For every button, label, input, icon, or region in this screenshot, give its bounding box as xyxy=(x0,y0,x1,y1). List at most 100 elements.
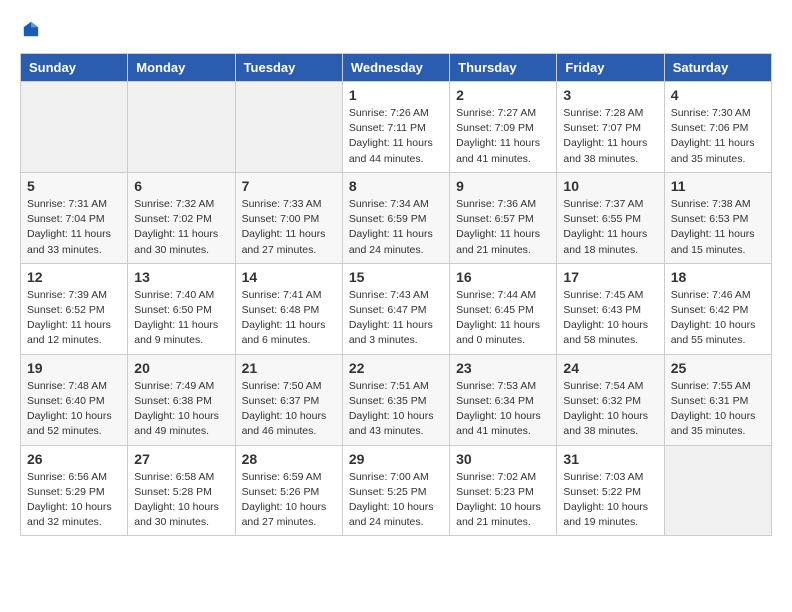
day-info: Sunrise: 7:37 AMSunset: 6:55 PMDaylight:… xyxy=(563,197,657,258)
day-number: 1 xyxy=(349,87,443,103)
day-number: 16 xyxy=(456,269,550,285)
day-info: Sunrise: 7:30 AMSunset: 7:06 PMDaylight:… xyxy=(671,106,765,167)
calendar-day-cell: 16Sunrise: 7:44 AMSunset: 6:45 PMDayligh… xyxy=(450,263,557,354)
day-number: 2 xyxy=(456,87,550,103)
day-info: Sunrise: 7:55 AMSunset: 6:31 PMDaylight:… xyxy=(671,379,765,440)
day-number: 28 xyxy=(242,451,336,467)
calendar-day-header: Saturday xyxy=(664,54,771,82)
day-number: 10 xyxy=(563,178,657,194)
day-info: Sunrise: 7:34 AMSunset: 6:59 PMDaylight:… xyxy=(349,197,443,258)
day-number: 17 xyxy=(563,269,657,285)
day-info: Sunrise: 7:51 AMSunset: 6:35 PMDaylight:… xyxy=(349,379,443,440)
calendar-day-cell: 18 Sunrise: 7:46 AMSunset: 6:42 PMDayligh… xyxy=(664,263,771,354)
day-info: Sunrise: 7:00 AMSunset: 5:25 PMDaylight:… xyxy=(349,470,443,531)
day-info: Sunrise: 7:53 AMSunset: 6:34 PMDaylight:… xyxy=(456,379,550,440)
day-number: 3 xyxy=(563,87,657,103)
day-number: 5 xyxy=(27,178,121,194)
day-number: 6 xyxy=(134,178,228,194)
calendar-day-cell: 20Sunrise: 7:49 AMSunset: 6:38 PMDayligh… xyxy=(128,354,235,445)
calendar-day-header: Friday xyxy=(557,54,664,82)
calendar-day-cell xyxy=(235,82,342,173)
calendar-day-cell: 7 Sunrise: 7:33 AMSunset: 7:00 PMDaylight… xyxy=(235,172,342,263)
calendar-day-cell: 12 Sunrise: 7:39 AMSunset: 6:52 PMDayligh… xyxy=(21,263,128,354)
day-number: 25 xyxy=(671,360,765,376)
calendar-day-cell xyxy=(664,445,771,536)
calendar-day-cell: 11Sunrise: 7:38 AMSunset: 6:53 PMDayligh… xyxy=(664,172,771,263)
day-info: Sunrise: 7:49 AMSunset: 6:38 PMDaylight:… xyxy=(134,379,228,440)
day-info: Sunrise: 7:40 AMSunset: 6:50 PMDaylight:… xyxy=(134,288,228,349)
calendar-day-cell: 4 Sunrise: 7:30 AMSunset: 7:06 PMDaylight… xyxy=(664,82,771,173)
day-number: 7 xyxy=(242,178,336,194)
day-number: 15 xyxy=(349,269,443,285)
calendar-day-cell xyxy=(21,82,128,173)
day-number: 29 xyxy=(349,451,443,467)
day-info: Sunrise: 7:39 AMSunset: 6:52 PMDaylight:… xyxy=(27,288,121,349)
day-info: Sunrise: 6:59 AMSunset: 5:26 PMDaylight:… xyxy=(242,470,336,531)
calendar-day-cell: 6 Sunrise: 7:32 AMSunset: 7:02 PMDaylight… xyxy=(128,172,235,263)
day-info: Sunrise: 7:26 AMSunset: 7:11 PMDaylight:… xyxy=(349,106,443,167)
day-info: Sunrise: 6:56 AMSunset: 5:29 PMDaylight:… xyxy=(27,470,121,531)
calendar-day-cell: 10 Sunrise: 7:37 AMSunset: 6:55 PMDayligh… xyxy=(557,172,664,263)
day-number: 19 xyxy=(27,360,121,376)
day-number: 9 xyxy=(456,178,550,194)
calendar-day-cell xyxy=(128,82,235,173)
calendar-day-cell: 27 Sunrise: 6:58 AMSunset: 5:28 PMDayligh… xyxy=(128,445,235,536)
calendar-day-cell: 23 Sunrise: 7:53 AMSunset: 6:34 PMDayligh… xyxy=(450,354,557,445)
day-info: Sunrise: 7:31 AMSunset: 7:04 PMDaylight:… xyxy=(27,197,121,258)
day-number: 27 xyxy=(134,451,228,467)
day-number: 13 xyxy=(134,269,228,285)
day-info: Sunrise: 7:54 AMSunset: 6:32 PMDaylight:… xyxy=(563,379,657,440)
day-number: 12 xyxy=(27,269,121,285)
day-info: Sunrise: 7:02 AMSunset: 5:23 PMDaylight:… xyxy=(456,470,550,531)
day-info: Sunrise: 7:27 AMSunset: 7:09 PMDaylight:… xyxy=(456,106,550,167)
day-number: 30 xyxy=(456,451,550,467)
calendar-week-row: 26 Sunrise: 6:56 AMSunset: 5:29 PMDayligh… xyxy=(21,445,772,536)
day-info: Sunrise: 7:41 AMSunset: 6:48 PMDaylight:… xyxy=(242,288,336,349)
day-info: Sunrise: 6:58 AMSunset: 5:28 PMDaylight:… xyxy=(134,470,228,531)
day-number: 23 xyxy=(456,360,550,376)
calendar-day-cell: 8 Sunrise: 7:34 AMSunset: 6:59 PMDaylight… xyxy=(342,172,449,263)
calendar-day-cell: 15 Sunrise: 7:43 AMSunset: 6:47 PMDayligh… xyxy=(342,263,449,354)
calendar-day-cell: 5 Sunrise: 7:31 AMSunset: 7:04 PMDaylight… xyxy=(21,172,128,263)
day-info: Sunrise: 7:43 AMSunset: 6:47 PMDaylight:… xyxy=(349,288,443,349)
calendar-day-cell: 31Sunrise: 7:03 AMSunset: 5:22 PMDayligh… xyxy=(557,445,664,536)
calendar-day-cell: 14 Sunrise: 7:41 AMSunset: 6:48 PMDayligh… xyxy=(235,263,342,354)
calendar-day-header: Sunday xyxy=(21,54,128,82)
day-number: 21 xyxy=(242,360,336,376)
calendar-week-row: 1 Sunrise: 7:26 AMSunset: 7:11 PMDaylight… xyxy=(21,82,772,173)
calendar-day-cell: 2 Sunrise: 7:27 AMSunset: 7:09 PMDaylight… xyxy=(450,82,557,173)
calendar-day-header: Monday xyxy=(128,54,235,82)
calendar-day-cell: 17Sunrise: 7:45 AMSunset: 6:43 PMDayligh… xyxy=(557,263,664,354)
day-info: Sunrise: 7:32 AMSunset: 7:02 PMDaylight:… xyxy=(134,197,228,258)
day-info: Sunrise: 7:48 AMSunset: 6:40 PMDaylight:… xyxy=(27,379,121,440)
calendar-week-row: 5 Sunrise: 7:31 AMSunset: 7:04 PMDaylight… xyxy=(21,172,772,263)
calendar-day-cell: 25 Sunrise: 7:55 AMSunset: 6:31 PMDayligh… xyxy=(664,354,771,445)
day-number: 18 xyxy=(671,269,765,285)
calendar-day-cell: 21Sunrise: 7:50 AMSunset: 6:37 PMDayligh… xyxy=(235,354,342,445)
day-number: 14 xyxy=(242,269,336,285)
calendar-day-cell: 1 Sunrise: 7:26 AMSunset: 7:11 PMDaylight… xyxy=(342,82,449,173)
calendar-day-cell: 26 Sunrise: 6:56 AMSunset: 5:29 PMDayligh… xyxy=(21,445,128,536)
day-info: Sunrise: 7:28 AMSunset: 7:07 PMDaylight:… xyxy=(563,106,657,167)
calendar-week-row: 12 Sunrise: 7:39 AMSunset: 6:52 PMDayligh… xyxy=(21,263,772,354)
day-number: 22 xyxy=(349,360,443,376)
calendar-day-header: Wednesday xyxy=(342,54,449,82)
day-number: 4 xyxy=(671,87,765,103)
calendar-day-cell: 13 Sunrise: 7:40 AMSunset: 6:50 PMDayligh… xyxy=(128,263,235,354)
day-number: 8 xyxy=(349,178,443,194)
day-info: Sunrise: 7:36 AMSunset: 6:57 PMDaylight:… xyxy=(456,197,550,258)
day-info: Sunrise: 7:46 AMSunset: 6:42 PMDaylight:… xyxy=(671,288,765,349)
day-info: Sunrise: 7:33 AMSunset: 7:00 PMDaylight:… xyxy=(242,197,336,258)
logo-icon xyxy=(22,20,40,38)
day-number: 24 xyxy=(563,360,657,376)
calendar-day-cell: 3 Sunrise: 7:28 AMSunset: 7:07 PMDaylight… xyxy=(557,82,664,173)
day-number: 26 xyxy=(27,451,121,467)
page-header xyxy=(20,20,772,38)
calendar-day-cell: 29 Sunrise: 7:00 AMSunset: 5:25 PMDayligh… xyxy=(342,445,449,536)
calendar-day-header: Thursday xyxy=(450,54,557,82)
logo xyxy=(20,20,40,38)
calendar-day-cell: 24 Sunrise: 7:54 AMSunset: 6:32 PMDayligh… xyxy=(557,354,664,445)
calendar-week-row: 19 Sunrise: 7:48 AMSunset: 6:40 PMDayligh… xyxy=(21,354,772,445)
calendar-day-cell: 22 Sunrise: 7:51 AMSunset: 6:35 PMDayligh… xyxy=(342,354,449,445)
calendar-table: SundayMondayTuesdayWednesdayThursdayFrid… xyxy=(20,53,772,536)
